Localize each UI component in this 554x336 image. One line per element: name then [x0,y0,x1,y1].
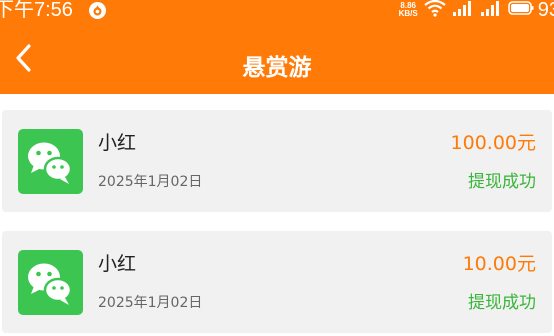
record-date: 2025年1月02日 [98,174,203,190]
status-time: 下午7:56 [0,0,73,21]
page-title: 悬赏游 [242,55,312,81]
net-speed-unit: KB/S [398,9,418,18]
status-bar: 下午7:56 8.86 KB/S 9 [0,0,554,30]
amount: 100.00元 [450,132,536,154]
battery-level: 93 [537,0,554,21]
wechat-icon [18,129,83,194]
notification-icon [88,1,107,20]
signal-icon [452,0,474,21]
status-label: 提现成功 [468,293,536,313]
recipient-name: 小红 [98,132,137,154]
record-date: 2025年1月02日 [98,295,203,311]
amount: 10.00元 [462,253,536,275]
signal-icon-2 [480,0,502,21]
list-item[interactable]: 小红 2025年1月02日 10.00元 提现成功 [2,231,552,333]
wechat-icon [18,250,83,315]
list-item[interactable]: 小红 2025年1月02日 100.00元 提现成功 [2,110,552,212]
net-speed: 8.86 KB/S [399,2,418,18]
app-header: 下午7:56 8.86 KB/S 9 悬赏游 [0,0,554,94]
status-right: 8.86 KB/S 9 [399,0,554,22]
battery-icon [507,0,534,20]
recipient-name: 小红 [98,253,137,275]
wifi-icon [424,0,446,21]
status-label: 提现成功 [468,172,536,192]
